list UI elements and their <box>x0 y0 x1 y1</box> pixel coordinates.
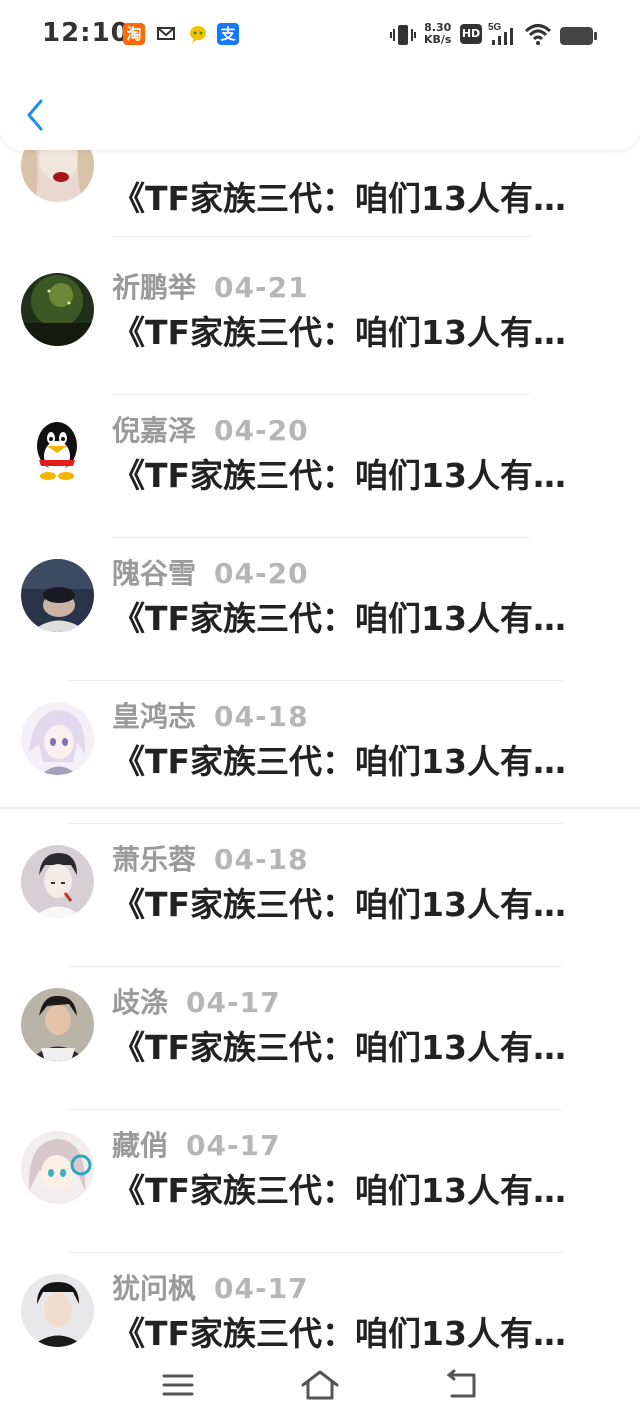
username[interactable]: 隗谷雪 <box>112 557 196 590</box>
menu-button[interactable] <box>156 1365 200 1405</box>
status-bar: 12:10 淘 支 8.30 KB/s HD 5G <box>0 0 640 72</box>
comment-meta: 祈鹏举 04-21 <box>112 266 309 306</box>
comment-meta: 皇鸿志 04-18 <box>112 695 309 735</box>
username[interactable]: 犹问枫 <box>112 1272 196 1305</box>
chevron-left-icon <box>27 99 43 131</box>
comment-meta: 犹问枫 04-17 <box>112 1267 309 1307</box>
chat-bubble-icon <box>187 23 209 45</box>
comment-title[interactable]: 《TF家族三代：咱们13人有个约定》 <box>112 1307 582 1355</box>
avatar[interactable] <box>21 559 94 632</box>
header: 12:10 淘 支 8.30 KB/s HD 5G <box>0 0 640 150</box>
avatar[interactable] <box>21 702 94 775</box>
signal-label: 5G <box>488 22 502 33</box>
message-icon <box>155 23 177 45</box>
back-arrow-icon <box>446 1369 476 1398</box>
menu-icon <box>162 1374 194 1396</box>
net-speed-unit: KB/s <box>424 33 452 46</box>
avatar[interactable] <box>21 1274 94 1347</box>
avatar[interactable] <box>21 273 94 346</box>
divider <box>112 236 530 237</box>
comment-meta: 隗谷雪 04-20 <box>112 552 309 592</box>
list-item[interactable]: 倪嘉泽 04-20 《TF家族三代：咱们13人有个约定》 <box>0 395 640 538</box>
comment-title[interactable]: 《TF家族三代：咱们13人有个约定》 <box>112 592 582 640</box>
list-item[interactable]: 歧涤 04-17 《TF家族三代：咱们13人有个约定》 <box>0 967 640 1110</box>
home-icon <box>301 1370 339 1400</box>
username[interactable]: 倪嘉泽 <box>112 414 196 447</box>
comment-title[interactable]: 《TF家族三代：咱们13人有个约定》 <box>112 1164 582 1212</box>
comment-title[interactable]: 《TF家族三代：咱们13人有个约定》 <box>112 449 582 497</box>
signal-5g-icon: 5G <box>488 20 518 50</box>
list-item[interactable]: 隗谷雪 04-20 《TF家族三代：咱们13人有个约定》 <box>0 538 640 681</box>
back-nav-button[interactable] <box>440 1365 484 1405</box>
list-item[interactable]: 萧乐蓉 04-18 《TF家族三代：咱们13人有个约定》 <box>0 824 640 967</box>
comment-title[interactable]: 《TF家族三代：咱们13人有个约定》 <box>112 1021 582 1069</box>
taobao-icon: 淘 <box>123 23 145 45</box>
avatar[interactable] <box>21 988 94 1061</box>
username[interactable]: 歧涤 <box>112 986 168 1019</box>
battery-icon <box>560 26 598 56</box>
divider <box>0 807 640 809</box>
alipay-icon: 支 <box>217 23 239 45</box>
hd-icon: HD <box>460 24 482 44</box>
comment-date: 04-18 <box>214 700 309 733</box>
back-button[interactable] <box>18 95 52 135</box>
username[interactable]: 皇鸿志 <box>112 700 196 733</box>
system-nav-bar <box>0 1355 640 1423</box>
vibrate-icon <box>390 20 416 50</box>
avatar[interactable] <box>21 845 94 918</box>
comment-title[interactable]: 《TF家族三代：咱们13人有个约定》 <box>112 735 582 783</box>
username[interactable]: 祈鹏举 <box>112 271 196 304</box>
comment-date: 04-17 <box>186 986 281 1019</box>
wifi-icon <box>524 22 552 52</box>
comment-meta: 倪嘉泽 04-20 <box>112 409 309 449</box>
avatar[interactable] <box>21 416 94 489</box>
list-item[interactable]: 藏俏 04-17 《TF家族三代：咱们13人有个约定》 <box>0 1110 640 1253</box>
comment-title[interactable]: 《TF家族三代：咱们13人有个约定》 <box>112 306 582 354</box>
comment-title[interactable]: 《TF家族三代：咱们13人有个约定》 <box>112 878 582 926</box>
comment-date: 04-20 <box>214 557 309 590</box>
list-item[interactable]: 皇鸿志 04-18 《TF家族三代：咱们13人有个约定》 <box>0 681 640 824</box>
comment-meta: 萧乐蓉 04-18 <box>112 838 309 878</box>
comment-title[interactable]: 《TF家族三代：咱们13人有个约定》 <box>112 172 582 220</box>
comment-meta: 歧涤 04-17 <box>112 981 281 1021</box>
comment-date: 04-17 <box>214 1272 309 1305</box>
status-time: 12:10 <box>42 18 130 48</box>
username[interactable]: 萧乐蓉 <box>112 843 196 876</box>
home-button[interactable] <box>298 1365 342 1405</box>
username[interactable]: 藏俏 <box>112 1129 168 1162</box>
avatar[interactable] <box>21 1131 94 1204</box>
comment-date: 04-18 <box>214 843 309 876</box>
comment-date: 04-20 <box>214 414 309 447</box>
net-speed: 8.30 KB/s <box>424 22 451 46</box>
comment-date: 04-17 <box>186 1129 281 1162</box>
list-item[interactable]: 祈鹏举 04-21 《TF家族三代：咱们13人有个约定》 <box>0 252 640 395</box>
comment-meta: 藏俏 04-17 <box>112 1124 281 1164</box>
comment-date: 04-21 <box>214 271 309 304</box>
